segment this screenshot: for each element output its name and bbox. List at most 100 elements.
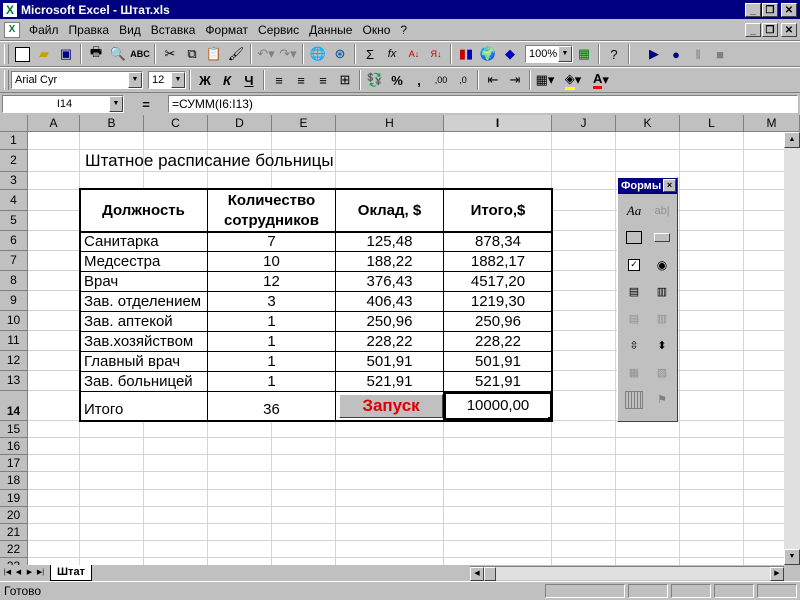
sort-descending-icon[interactable]: Я↓ (425, 43, 447, 65)
row-header-10[interactable]: 10 (0, 311, 28, 331)
zoom-select[interactable]: 100% ▼ (525, 45, 573, 63)
excel-app-icon[interactable]: X (3, 2, 17, 17)
worksheet-grid[interactable]: A B C D E H I J K L M 1 2 3 4 5 6 7 8 9 … (0, 115, 800, 565)
list-box-tool-icon[interactable]: ▤ (622, 278, 646, 305)
align-right-icon[interactable]: ≡ (312, 69, 334, 91)
last-sheet-button[interactable]: ▶| (35, 567, 46, 579)
cell-salary[interactable]: 501,91 (336, 353, 443, 371)
zoom-dropdown-arrow[interactable]: ▼ (558, 46, 572, 62)
menu-data[interactable]: Данные (304, 23, 357, 37)
scroll-right-button[interactable]: ▶ (770, 567, 784, 581)
cell-salary[interactable]: 188,22 (336, 253, 443, 271)
scroll-bar-tool-icon[interactable]: ⇳ (622, 332, 646, 359)
row-header-13[interactable]: 13 (0, 371, 28, 391)
stop-macro-icon[interactable]: ■ (709, 43, 731, 65)
currency-icon[interactable]: 💱 (364, 69, 386, 91)
total-label[interactable]: Итого (84, 401, 123, 419)
toggle-grid-icon[interactable] (622, 386, 646, 413)
menu-window[interactable]: Окно (357, 23, 395, 37)
open-folder-icon[interactable]: ▰ (33, 43, 55, 65)
decrease-indent-icon[interactable]: ⇤ (482, 69, 504, 91)
row-header-16[interactable]: 16 (0, 438, 28, 455)
menu-view[interactable]: Вид (114, 23, 146, 37)
close-window-button[interactable]: ✕ (781, 2, 797, 17)
align-center-icon[interactable]: ≡ (290, 69, 312, 91)
toolbar-grip[interactable] (4, 70, 9, 90)
total-count[interactable]: 36 (208, 401, 335, 419)
combo-dropdown-edit-icon[interactable]: ▥ (650, 305, 674, 332)
cell-total[interactable]: 4517,20 (444, 273, 552, 291)
copy-icon[interactable]: ⧉ (181, 43, 203, 65)
cell-total[interactable]: 250,96 (444, 313, 552, 331)
hyperlink-icon[interactable]: 🌐 (307, 43, 329, 65)
control-properties-icon[interactable]: ▦ (622, 359, 646, 386)
row-header-1[interactable]: 1 (0, 132, 28, 150)
row-header-5[interactable]: 5 (0, 211, 28, 231)
cell-count[interactable]: 12 (208, 273, 335, 291)
restore-window-button[interactable]: ❐ (762, 2, 778, 17)
cell-position[interactable]: Медсестра (84, 253, 160, 271)
cell-position[interactable]: Зав.хозяйством (84, 333, 193, 351)
font-size-select[interactable]: 12 ▼ (148, 71, 186, 89)
column-header-i[interactable]: I (444, 115, 552, 132)
active-cell-total[interactable]: 10000,00 (444, 392, 552, 420)
horizontal-scrollbar[interactable]: ◀ ▶ (470, 566, 784, 581)
formula-input[interactable]: =СУММ(I6:I13) (168, 95, 798, 113)
row-header-17[interactable]: 17 (0, 455, 28, 472)
sheet-tab-active[interactable]: Штат (50, 565, 92, 581)
scroll-left-button[interactable]: ◀ (470, 567, 484, 581)
cell-salary[interactable]: 521,91 (336, 373, 443, 391)
spinner-tool-icon[interactable]: ⬍ (650, 332, 674, 359)
column-header-l[interactable]: L (680, 115, 744, 132)
column-header-d[interactable]: D (208, 115, 272, 132)
combo-box-tool-icon[interactable]: ▥ (650, 278, 674, 305)
column-header-j[interactable]: J (552, 115, 616, 132)
cell-position[interactable]: Санитарка (84, 233, 159, 251)
row-header-15[interactable]: 15 (0, 421, 28, 438)
menu-format[interactable]: Формат (200, 23, 253, 37)
column-header-e[interactable]: E (272, 115, 336, 132)
column-header-h[interactable]: H (336, 115, 444, 132)
cell-position[interactable]: Зав. аптекой (84, 313, 173, 331)
print-icon[interactable]: 🖶 (85, 43, 107, 65)
decrease-decimal-button[interactable]: ,0 (452, 69, 474, 91)
sort-ascending-icon[interactable]: A↓ (403, 43, 425, 65)
row-header-22[interactable]: 22 (0, 541, 28, 558)
font-color-icon[interactable]: A ▾ (590, 69, 612, 91)
row-header-4[interactable]: 4 (0, 190, 28, 211)
doc-minimize-button[interactable]: _ (745, 22, 761, 37)
combo-list-edit-icon[interactable]: ▤ (622, 305, 646, 332)
save-icon[interactable]: ▣ (55, 43, 77, 65)
doc-close-button[interactable]: ✕ (781, 22, 797, 37)
row-header-8[interactable]: 8 (0, 271, 28, 291)
cell-count[interactable]: 7 (208, 233, 335, 251)
redo-icon[interactable]: ↷▾ (277, 43, 299, 65)
underline-button[interactable]: Ч (238, 69, 260, 91)
bold-button[interactable]: Ж (194, 69, 216, 91)
column-header-a[interactable]: A (28, 115, 80, 132)
prev-sheet-button[interactable]: ◀ (13, 567, 24, 579)
cell-salary[interactable]: 228,22 (336, 333, 443, 351)
color-grid-icon[interactable]: ▦ (573, 43, 595, 65)
checkbox-tool-icon[interactable]: ✓ (622, 251, 646, 278)
increase-indent-icon[interactable]: ⇥ (504, 69, 526, 91)
column-header-c[interactable]: C (144, 115, 208, 132)
cell-count[interactable]: 3 (208, 293, 335, 311)
cell-count[interactable]: 10 (208, 253, 335, 271)
font-size-dropdown-arrow[interactable]: ▼ (171, 72, 185, 88)
row-header-7[interactable]: 7 (0, 251, 28, 271)
option-button-tool-icon[interactable]: ◉ (650, 251, 674, 278)
cell-count[interactable]: 1 (208, 353, 335, 371)
forms-toolbox-title[interactable]: Формы × (618, 178, 677, 194)
cell-position[interactable]: Зав. больницей (84, 373, 193, 391)
row-header-21[interactable]: 21 (0, 524, 28, 541)
cell-position[interactable]: Главный врач (84, 353, 180, 371)
label-tool-icon[interactable]: Aa (622, 197, 646, 224)
menu-edit[interactable]: Правка (64, 23, 115, 37)
undo-icon[interactable]: ↶▾ (255, 43, 277, 65)
cell-salary[interactable]: 250,96 (336, 313, 443, 331)
edit-code-icon[interactable]: ▧ (650, 359, 674, 386)
row-header-11[interactable]: 11 (0, 331, 28, 351)
minimize-window-button[interactable]: _ (745, 2, 761, 17)
row-header-18[interactable]: 18 (0, 472, 28, 490)
